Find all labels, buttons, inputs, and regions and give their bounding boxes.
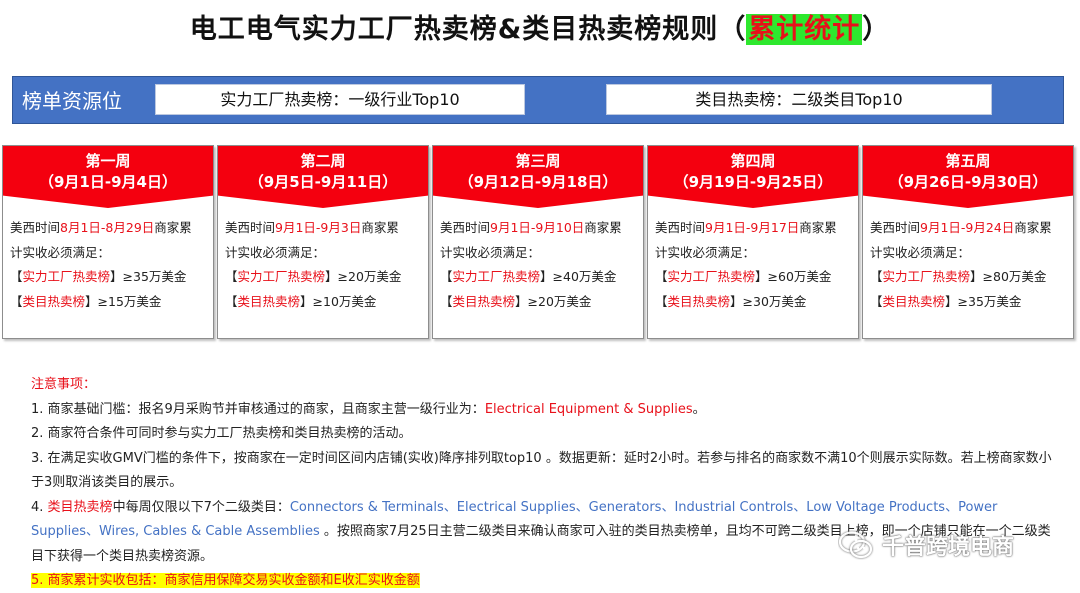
factory-requirement: 【实力工厂热卖榜】≥35万美金 bbox=[10, 269, 187, 284]
category-requirement: 【类目热卖榜】≥30万美金 bbox=[655, 293, 807, 309]
period-suffix: 商家累 bbox=[361, 220, 399, 235]
factory-value: ≥20万美金 bbox=[337, 269, 402, 284]
period-suffix: 商家累 bbox=[799, 220, 837, 235]
category-value: ≥30万美金 bbox=[742, 293, 807, 309]
week-name: 第一周 bbox=[85, 152, 131, 170]
period-prefix: 美西时间 bbox=[225, 220, 276, 235]
note-4-mid: 中每周仅限以下7个二级类目： bbox=[112, 499, 290, 515]
period-prefix: 美西时间 bbox=[440, 220, 491, 235]
title-main: 电工电气实力工厂热卖榜&类目热卖榜规则（ bbox=[189, 14, 747, 45]
notes-title: 注意事项： bbox=[31, 377, 97, 392]
factory-requirement: 【实力工厂热卖榜】≥60万美金 bbox=[655, 269, 832, 284]
factory-label: 实力工厂热卖榜 bbox=[22, 269, 111, 284]
week-header: 第四周 （9月19日-9月25日） bbox=[648, 146, 858, 208]
factory-label: 实力工厂热卖榜 bbox=[882, 269, 971, 284]
category-requirement: 【类目热卖榜】≥20万美金 bbox=[440, 293, 592, 309]
requirement-intro: 计实收必须满足： bbox=[225, 244, 326, 260]
week-name: 第四周 bbox=[730, 152, 776, 170]
note-5-text: 5. 商家累计实收包括：商家信用保障交易实收金额和E收汇实收金额 bbox=[31, 573, 420, 588]
week-card-4: 第四周 （9月19日-9月25日） 美西时间9月1日-9月17日商家累 计实收必… bbox=[647, 145, 859, 339]
requirement-intro: 计实收必须满足： bbox=[870, 244, 971, 260]
week-body: 美西时间9月1日-9月3日商家累 计实收必须满足： 【实力工厂热卖榜】≥20万美… bbox=[218, 208, 428, 314]
week-body: 美西时间9月1日-9月17日商家累 计实收必须满足： 【实力工厂热卖榜】≥60万… bbox=[648, 208, 858, 314]
category-label: 类目热卖榜 bbox=[237, 293, 301, 309]
page-title: 电工电气实力工厂热卖榜&类目热卖榜规则（累计统计） bbox=[0, 10, 1080, 50]
category-value: ≥15万美金 bbox=[97, 293, 162, 309]
week-header: 第三周 （9月12日-9月18日） bbox=[433, 146, 643, 208]
period-prefix: 美西时间 bbox=[655, 220, 706, 235]
factory-requirement: 【实力工厂热卖榜】≥40万美金 bbox=[440, 269, 617, 284]
title-end: ） bbox=[862, 14, 891, 45]
factory-value: ≥40万美金 bbox=[552, 269, 617, 284]
week-body: 美西时间9月1日-9月10日商家累 计实收必须满足： 【实力工厂热卖榜】≥40万… bbox=[433, 208, 643, 314]
note-1: 1. 商家基础门槛：报名9月采购节并审核通过的商家，且商家主营一级行业为：Ele… bbox=[31, 398, 1061, 423]
category-label: 类目热卖榜 bbox=[452, 293, 516, 309]
week-range: （9月19日-9月25日） bbox=[673, 173, 833, 191]
category-resource-box: 类目热卖榜：二级类目Top10 bbox=[606, 84, 992, 115]
note-5: 5. 商家累计实收包括：商家信用保障交易实收金额和E收汇实收金额 bbox=[31, 569, 1061, 593]
week-name: 第三周 bbox=[515, 152, 561, 170]
period-range: 9月1日-9月10日 bbox=[490, 220, 585, 235]
week-card-2: 第二周 （9月5日-9月11日） 美西时间9月1日-9月3日商家累 计实收必须满… bbox=[217, 145, 429, 339]
week-name: 第二周 bbox=[300, 152, 346, 170]
title-highlight: 累计统计 bbox=[746, 14, 863, 45]
period-range: 9月1日-9月24日 bbox=[920, 220, 1015, 235]
note-4-prefix: 4. bbox=[31, 499, 48, 515]
week-header: 第五周 （9月26日-9月30日） bbox=[863, 146, 1073, 208]
week-card-1: 第一周 （9月1日-9月4日） 美西时间8月1日-8月29日商家累 计实收必须满… bbox=[2, 145, 214, 339]
resource-bar: 榜单资源位 实力工厂热卖榜：一级行业Top10 类目热卖榜：二级类目Top10 bbox=[12, 76, 1064, 124]
week-body: 美西时间8月1日-8月29日商家累 计实收必须满足： 【实力工厂热卖榜】≥35万… bbox=[3, 208, 213, 314]
category-requirement: 【类目热卖榜】≥35万美金 bbox=[870, 293, 1022, 309]
week-body: 美西时间9月1日-9月24日商家累 计实收必须满足： 【实力工厂热卖榜】≥80万… bbox=[863, 208, 1073, 314]
note-1-text: 1. 商家基础门槛：报名9月采购节并审核通过的商家，且商家主营一级行业为： bbox=[31, 401, 485, 417]
category-label: 类目热卖榜 bbox=[667, 293, 731, 309]
factory-requirement: 【实力工厂热卖榜】≥20万美金 bbox=[225, 269, 402, 284]
factory-value: ≥35万美金 bbox=[122, 269, 187, 284]
period-suffix: 商家累 bbox=[584, 220, 622, 235]
week-range: （9月5日-9月11日） bbox=[248, 173, 398, 191]
period-range: 9月1日-9月17日 bbox=[705, 220, 800, 235]
note-1-industry: Electrical Equipment & Supplies bbox=[484, 401, 693, 417]
factory-value: ≥80万美金 bbox=[982, 269, 1047, 284]
category-value: ≥35万美金 bbox=[957, 293, 1022, 309]
week-card-3: 第三周 （9月12日-9月18日） 美西时间9月1日-9月10日商家累 计实收必… bbox=[432, 145, 644, 339]
period-range: 9月1日-9月3日 bbox=[275, 220, 362, 235]
week-header: 第一周 （9月1日-9月4日） bbox=[3, 146, 213, 208]
category-requirement: 【类目热卖榜】≥10万美金 bbox=[225, 293, 377, 309]
factory-requirement: 【实力工厂热卖榜】≥80万美金 bbox=[870, 269, 1047, 284]
watermark: 千普跨境电商 bbox=[838, 528, 1014, 562]
note-1-end: 。 bbox=[692, 401, 706, 417]
note-2: 2. 商家符合条件可同时参与实力工厂热卖榜和类目热卖榜的活动。 bbox=[31, 426, 412, 441]
period-prefix: 美西时间 bbox=[10, 220, 61, 235]
week-range: （9月26日-9月30日） bbox=[888, 173, 1048, 191]
category-value: ≥10万美金 bbox=[312, 293, 377, 309]
week-range: （9月12日-9月18日） bbox=[458, 173, 618, 191]
factory-label: 实力工厂热卖榜 bbox=[237, 269, 326, 284]
factory-label: 实力工厂热卖榜 bbox=[452, 269, 541, 284]
week-range: （9月1日-9月4日） bbox=[39, 173, 177, 191]
factory-label: 实力工厂热卖榜 bbox=[667, 269, 756, 284]
category-requirement: 【类目热卖榜】≥15万美金 bbox=[10, 293, 162, 309]
category-label: 类目热卖榜 bbox=[882, 293, 946, 309]
category-value: ≥20万美金 bbox=[527, 293, 592, 309]
factory-resource-box: 实力工厂热卖榜：一级行业Top10 bbox=[155, 84, 525, 115]
week-card-5: 第五周 （9月26日-9月30日） 美西时间9月1日-9月24日商家累 计实收必… bbox=[862, 145, 1074, 339]
week-name: 第五周 bbox=[945, 152, 991, 170]
requirement-intro: 计实收必须满足： bbox=[10, 244, 111, 260]
note-4-list-name: 类目热卖榜 bbox=[47, 499, 113, 515]
note-3: 3. 在满足实收GMV门槛的条件下，按商家在一定时间区间内店铺(实收)降序排列取… bbox=[31, 450, 1052, 491]
factory-value: ≥60万美金 bbox=[767, 269, 832, 284]
wechat-icon bbox=[838, 531, 873, 559]
period-suffix: 商家累 bbox=[1014, 220, 1052, 235]
period-suffix: 商家累 bbox=[154, 220, 192, 235]
period-prefix: 美西时间 bbox=[870, 220, 921, 235]
watermark-text: 千普跨境电商 bbox=[882, 535, 1015, 560]
requirement-intro: 计实收必须满足： bbox=[655, 244, 756, 260]
resource-label: 榜单资源位 bbox=[22, 89, 122, 113]
requirement-intro: 计实收必须满足： bbox=[440, 244, 541, 260]
category-label: 类目热卖榜 bbox=[22, 293, 86, 309]
period-range: 8月1日-8月29日 bbox=[60, 220, 155, 235]
week-header: 第二周 （9月5日-9月11日） bbox=[218, 146, 428, 208]
